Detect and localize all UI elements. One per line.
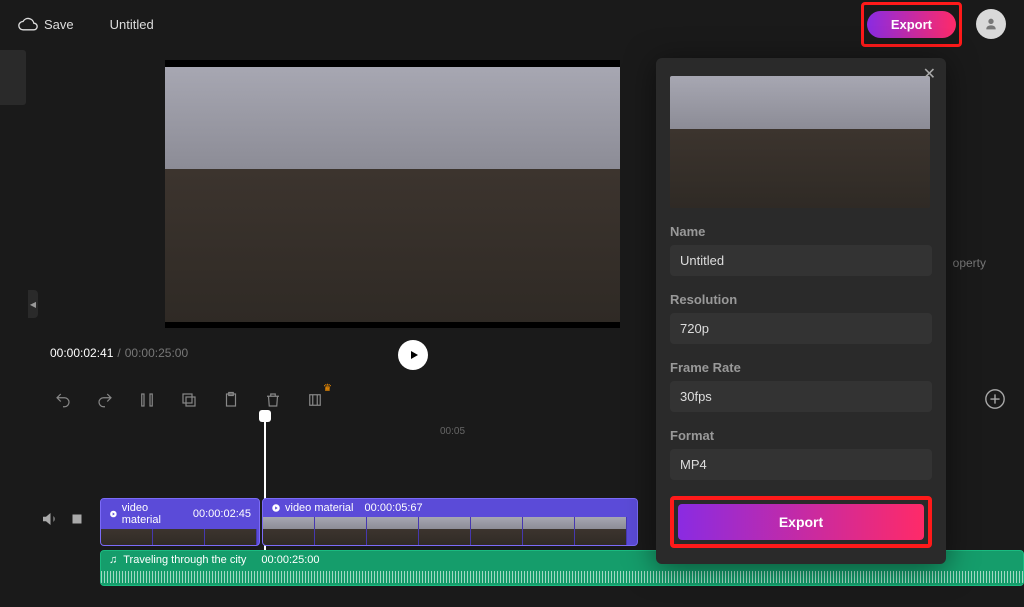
save-label: Save — [44, 17, 74, 32]
panel-expand-handle[interactable]: ◀ — [28, 290, 38, 318]
clip-icon — [109, 509, 118, 519]
framerate-select[interactable]: 30fps — [670, 381, 932, 412]
format-select[interactable]: MP4 — [670, 449, 932, 480]
export-panel-highlight: Export — [670, 496, 932, 548]
clip-time: 00:00:05:67 — [365, 502, 423, 514]
left-collapsed-panel[interactable] — [0, 50, 26, 105]
clip-icon — [271, 503, 281, 513]
lock-track-button[interactable] — [68, 510, 86, 531]
music-icon: ♫ — [109, 554, 117, 566]
export-panel: ✕ Name Resolution 720p Frame Rate 30fps … — [656, 58, 946, 564]
play-button[interactable] — [398, 340, 428, 370]
premium-badge-icon: ♛ — [323, 383, 332, 394]
undo-button[interactable] — [54, 391, 72, 409]
project-title[interactable]: Untitled — [110, 17, 154, 32]
crop-button[interactable]: ♛ — [306, 391, 324, 409]
copy-button[interactable] — [180, 391, 198, 409]
play-icon — [408, 349, 420, 361]
name-input[interactable] — [670, 245, 932, 276]
preview-frame — [165, 67, 620, 322]
video-clip-1[interactable]: video material 00:00:02:45 — [100, 498, 260, 546]
clip-label: video material — [285, 502, 353, 514]
audio-waveform — [101, 571, 1023, 583]
export-button-top[interactable]: Export — [867, 11, 956, 38]
audio-label: Traveling through the city — [123, 554, 246, 566]
save-button[interactable]: Save — [18, 14, 74, 34]
total-time: 00:00:25:00 — [125, 346, 188, 360]
clip-label: video material — [122, 502, 182, 526]
export-button-panel[interactable]: Export — [678, 504, 924, 540]
video-preview[interactable] — [165, 60, 620, 328]
audio-time: 00:00:25:00 — [261, 554, 319, 566]
cloud-icon — [18, 14, 38, 34]
clip-time: 00:00:02:45 — [193, 508, 251, 520]
top-bar: Save Untitled Export — [0, 0, 1024, 48]
timeline-toolbar: ♛ — [44, 380, 334, 420]
name-label: Name — [670, 224, 932, 239]
video-clip-2[interactable]: video material 00:00:05:67 — [262, 498, 638, 546]
export-thumbnail — [670, 76, 930, 208]
mute-button[interactable] — [40, 510, 58, 531]
split-button[interactable] — [138, 391, 156, 409]
format-label: Format — [670, 428, 932, 443]
export-top-highlight: Export — [861, 2, 962, 47]
user-icon — [983, 16, 999, 32]
current-time: 00:00:02:41 — [50, 346, 113, 360]
playback-time: 00:00:02:41 / 00:00:25:00 — [50, 346, 188, 360]
framerate-label: Frame Rate — [670, 360, 932, 375]
paste-button[interactable] — [222, 391, 240, 409]
redo-button[interactable] — [96, 391, 114, 409]
property-panel-text: operty — [953, 256, 986, 270]
delete-button[interactable] — [264, 391, 282, 409]
resolution-label: Resolution — [670, 292, 932, 307]
time-separator: / — [117, 346, 120, 360]
user-avatar[interactable] — [976, 9, 1006, 39]
add-track-button[interactable] — [984, 388, 1006, 410]
close-button[interactable]: ✕ — [923, 64, 936, 84]
resolution-select[interactable]: 720p — [670, 313, 932, 344]
track-controls — [40, 510, 86, 531]
time-tick: 00:05 — [440, 426, 465, 437]
